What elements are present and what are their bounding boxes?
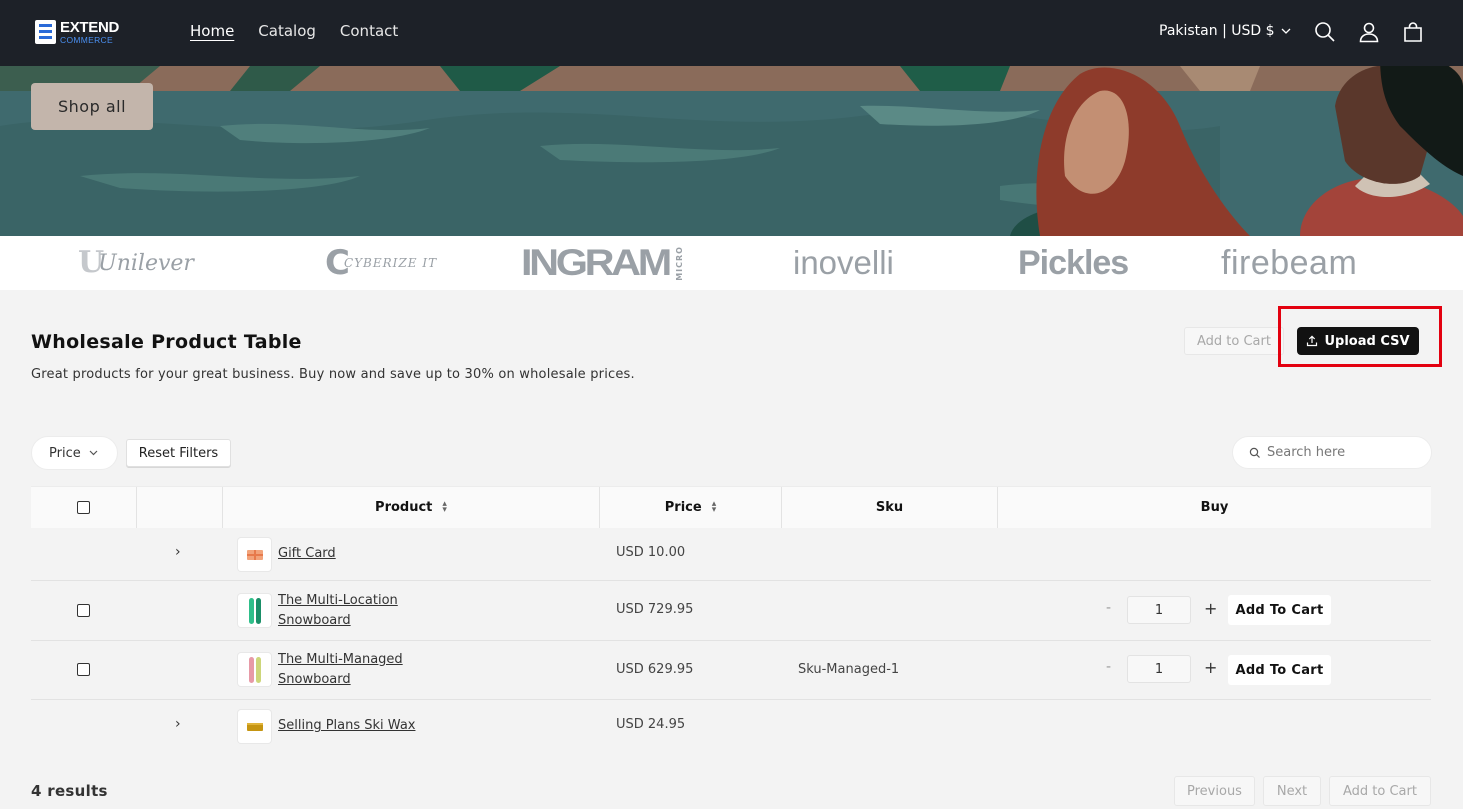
price-column-header[interactable]: Price ▴ ▾ [600,487,782,528]
select-all-cell [31,487,137,528]
brand-cyberize-it[interactable]: C CYBERIZE IT [325,244,437,282]
search-input[interactable] [1267,445,1417,460]
expand-column-header [137,487,223,528]
product-link[interactable]: Selling Plans Ski Wax [278,716,415,736]
previous-button[interactable]: Previous [1174,776,1255,806]
product-link[interactable]: The Multi-Location Snowboard [278,591,398,630]
brand-unilever[interactable]: U Unilever [78,244,194,282]
brand-pickles[interactable]: Pickles [1018,244,1129,282]
row-checkbox[interactable] [77,663,90,676]
nav-contact[interactable]: Contact [340,22,398,40]
reset-filters-button[interactable]: Reset Filters [126,439,231,467]
chevron-down-icon [89,450,98,456]
price-value: USD 10.00 [616,545,686,560]
snowboard-icon [248,656,261,683]
gift-card-icon [246,549,263,560]
table-row: › Selling Plans Ski Wax USD 24.95 [31,700,1431,753]
sort-icon: ▴ ▾ [711,499,717,515]
price-value: USD 24.95 [616,717,686,732]
product-column-header[interactable]: Product ▴ ▾ [223,487,600,528]
product-header-label: Product [375,500,433,515]
table-header: Product ▴ ▾ Price ▴ ▾ Sku Buy [31,486,1431,528]
add-to-cart-bottom-button[interactable]: Add to Cart [1329,776,1431,806]
add-to-cart-button[interactable]: Add To Cart [1228,655,1331,685]
upload-csv-button[interactable]: Upload CSV [1297,327,1419,355]
nav-catalog[interactable]: Catalog [258,22,316,40]
brand-logos-strip: U Unilever C CYBERIZE IT INGRAM MICRO in… [0,236,1463,516]
locale-label: Pakistan | USD $ [1159,23,1275,39]
page-subtitle: Great products for your great business. … [31,367,635,382]
table-row: The Multi-Location Snowboard USD 729.95 -… [31,581,1431,641]
ski-wax-icon [246,722,263,731]
quantity-decrease-button[interactable]: - [1106,659,1111,675]
product-thumbnail [238,538,271,571]
brand-firebeam[interactable]: firebeam [1221,244,1357,282]
hero-banner: Shop all [0,66,1463,236]
sort-icon: ▴ ▾ [442,499,447,515]
results-count: 4 results [31,782,108,800]
snowboard-icon [248,597,261,624]
quantity-input[interactable] [1127,596,1191,624]
sku-value: Sku-Managed-1 [798,662,900,677]
nav-home[interactable]: Home [190,22,234,40]
logo-text-primary: EXTEND [60,19,120,36]
price-value: USD 629.95 [616,662,694,677]
product-thumbnail [238,594,271,627]
product-link[interactable]: Gift Card [278,544,336,564]
quantity-increase-button[interactable]: + [1204,658,1217,677]
sku-column-header: Sku [782,487,998,528]
table-row: › Gift Card USD 10.00 [31,528,1431,581]
table-row: The Multi-Managed Snowboard USD 629.95 Sk… [31,641,1431,700]
brand-inovelli[interactable]: inovelli [793,244,894,282]
cart-icon[interactable] [1401,20,1425,44]
buy-column-header: Buy [998,487,1431,528]
search-icon[interactable] [1313,20,1337,44]
search-icon [1249,447,1260,458]
quantity-decrease-button[interactable]: - [1106,600,1111,616]
product-link[interactable]: The Multi-Managed Snowboard [278,650,403,689]
select-all-checkbox[interactable] [77,501,90,514]
price-header-label: Price [664,500,702,515]
next-button[interactable]: Next [1263,776,1321,806]
sku-header-label: Sku [875,500,904,515]
buy-header-label: Buy [1200,500,1229,515]
logo[interactable]: EXTEND COMMERCE [35,20,119,45]
row-checkbox[interactable] [77,604,90,617]
shop-all-button[interactable]: Shop all [31,83,153,130]
product-thumbnail [238,710,271,743]
price-filter-label: Price [49,445,81,461]
add-to-cart-button[interactable]: Add To Cart [1228,595,1331,625]
product-thumbnail [238,653,271,686]
chevron-down-icon [1281,28,1290,34]
quantity-increase-button[interactable]: + [1204,599,1217,618]
add-to-cart-top-button[interactable]: Add to Cart [1184,327,1284,355]
search-box [1232,436,1432,469]
account-icon[interactable] [1357,20,1381,44]
site-header: EXTEND COMMERCE Home Catalog Contact Pak… [0,0,1463,66]
hero-illustration [0,66,1463,236]
logo-mark-icon [35,20,56,45]
chevron-right-icon[interactable]: › [175,716,181,732]
chevron-right-icon[interactable]: › [175,544,181,560]
brand-ingram-micro[interactable]: INGRAM MICRO [521,242,684,283]
logo-text-secondary: COMMERCE [60,35,113,45]
upload-csv-label: Upload CSV [1324,333,1410,349]
locale-selector[interactable]: Pakistan | USD $ [1159,23,1291,39]
price-value: USD 729.95 [616,602,694,617]
quantity-input[interactable] [1127,655,1191,683]
price-filter-dropdown[interactable]: Price [31,436,118,470]
main-nav: Home Catalog Contact [190,22,398,40]
page-title: Wholesale Product Table [31,331,302,353]
upload-icon [1307,335,1318,347]
